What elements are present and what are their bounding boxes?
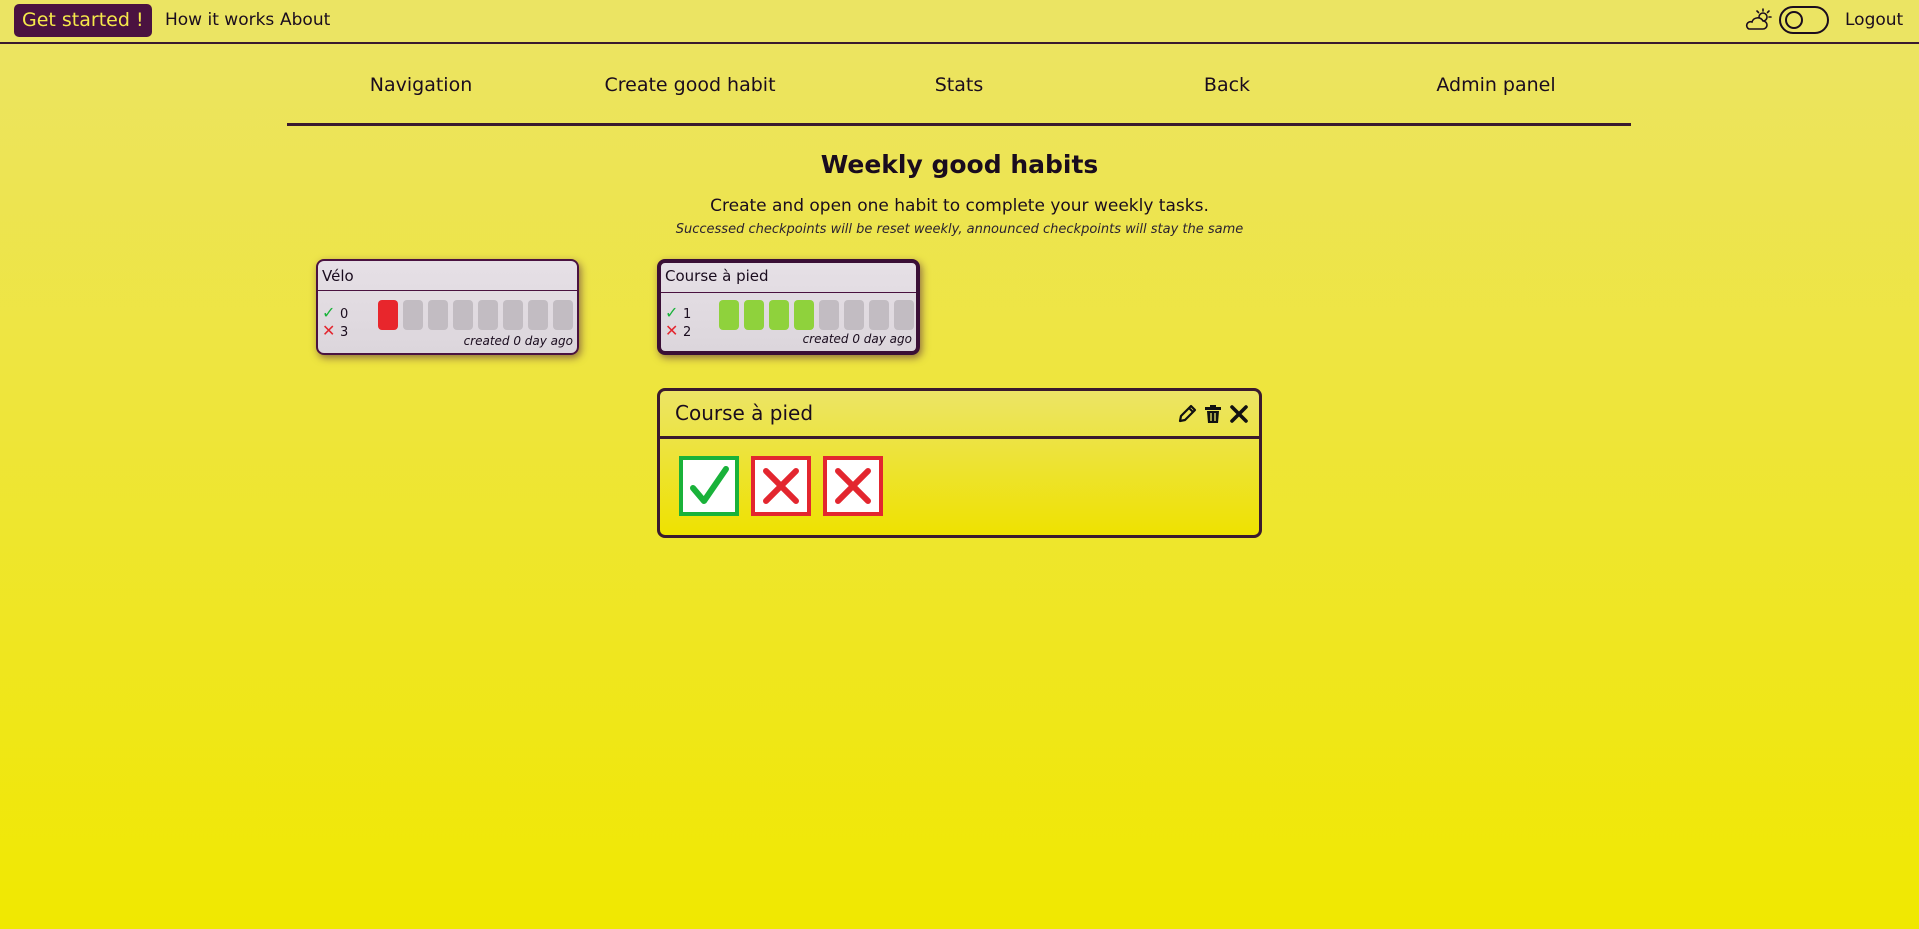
checkpoint-empty: [819, 300, 839, 330]
checkpoint-checkbox-success[interactable]: [679, 456, 739, 516]
logout-link[interactable]: Logout: [1845, 10, 1903, 30]
check-icon: ✓: [322, 303, 336, 322]
habit-detail-panel: Course à pied: [657, 388, 1262, 538]
checkpoint-empty: [503, 300, 523, 330]
checkpoint-empty: [528, 300, 548, 330]
nav-admin-panel[interactable]: Admin panel: [1436, 74, 1555, 96]
page-note: Successed checkpoints will be reset week…: [675, 222, 1244, 237]
check-icon: ✓: [665, 303, 679, 322]
checkpoint-ok: [794, 300, 814, 330]
theme-toggle[interactable]: [1779, 6, 1829, 34]
fail-count: ✕ 3: [322, 321, 349, 340]
checkpoint-checkbox-fail[interactable]: [823, 456, 883, 516]
checkpoint-empty: [869, 300, 889, 330]
top-bar: Get started ! How it works About Logout: [0, 0, 1919, 44]
checkpoint-checkbox-fail[interactable]: [751, 456, 811, 516]
panel-title: Course à pied: [675, 401, 814, 425]
checkpoint-empty: [894, 300, 914, 330]
nav-navigation[interactable]: Navigation: [370, 74, 472, 96]
page-description: Create and open one habit to complete yo…: [710, 196, 1209, 216]
checkpoint-empty: [553, 300, 573, 330]
how-it-works-link[interactable]: How it works: [165, 10, 274, 30]
checkpoint-empty: [428, 300, 448, 330]
checkpoint-empty: [453, 300, 473, 330]
checkpoint-ok: [744, 300, 764, 330]
main-navigation: Navigation Create good habit Stats Back …: [287, 60, 1631, 126]
nav-create-good-habit[interactable]: Create good habit: [604, 74, 775, 96]
panel-header: Course à pied: [660, 391, 1259, 439]
checkpoint-ok: [719, 300, 739, 330]
trash-icon[interactable]: [1202, 403, 1224, 425]
cross-icon: [835, 468, 871, 504]
fail-count: ✕ 2: [665, 321, 692, 340]
habit-card-velo[interactable]: Vélo ✓ 0 ✕ 3 created 0 day ago: [316, 259, 579, 355]
habit-card-title: Vélo: [318, 261, 577, 291]
success-count: ✓ 1: [665, 303, 692, 322]
nav-back[interactable]: Back: [1204, 74, 1250, 96]
check-icon: [690, 466, 729, 504]
checkpoint-ok: [769, 300, 789, 330]
habit-card-title: Course à pied: [661, 263, 916, 293]
toggle-knob: [1785, 11, 1803, 29]
cross-icon: ✕: [322, 321, 336, 340]
cross-icon: [763, 468, 799, 504]
get-started-button[interactable]: Get started !: [14, 4, 152, 37]
created-date: created 0 day ago: [802, 332, 912, 346]
habit-card-course-a-pied[interactable]: Course à pied ✓ 1 ✕ 2 created 0 day ago: [657, 259, 920, 355]
created-date: created 0 day ago: [463, 334, 573, 348]
cloud-sun-icon: [1745, 8, 1772, 30]
checkpoint-empty: [478, 300, 498, 330]
page-title: Weekly good habits: [820, 150, 1099, 179]
nav-stats[interactable]: Stats: [935, 74, 984, 96]
cross-icon: ✕: [665, 321, 679, 340]
success-count: ✓ 0: [322, 303, 349, 322]
close-icon[interactable]: [1228, 403, 1250, 425]
checkpoint-empty: [844, 300, 864, 330]
checkpoint-ko: [378, 300, 398, 330]
about-link[interactable]: About: [280, 10, 330, 30]
pencil-icon[interactable]: [1176, 403, 1198, 425]
checkpoint-empty: [403, 300, 423, 330]
